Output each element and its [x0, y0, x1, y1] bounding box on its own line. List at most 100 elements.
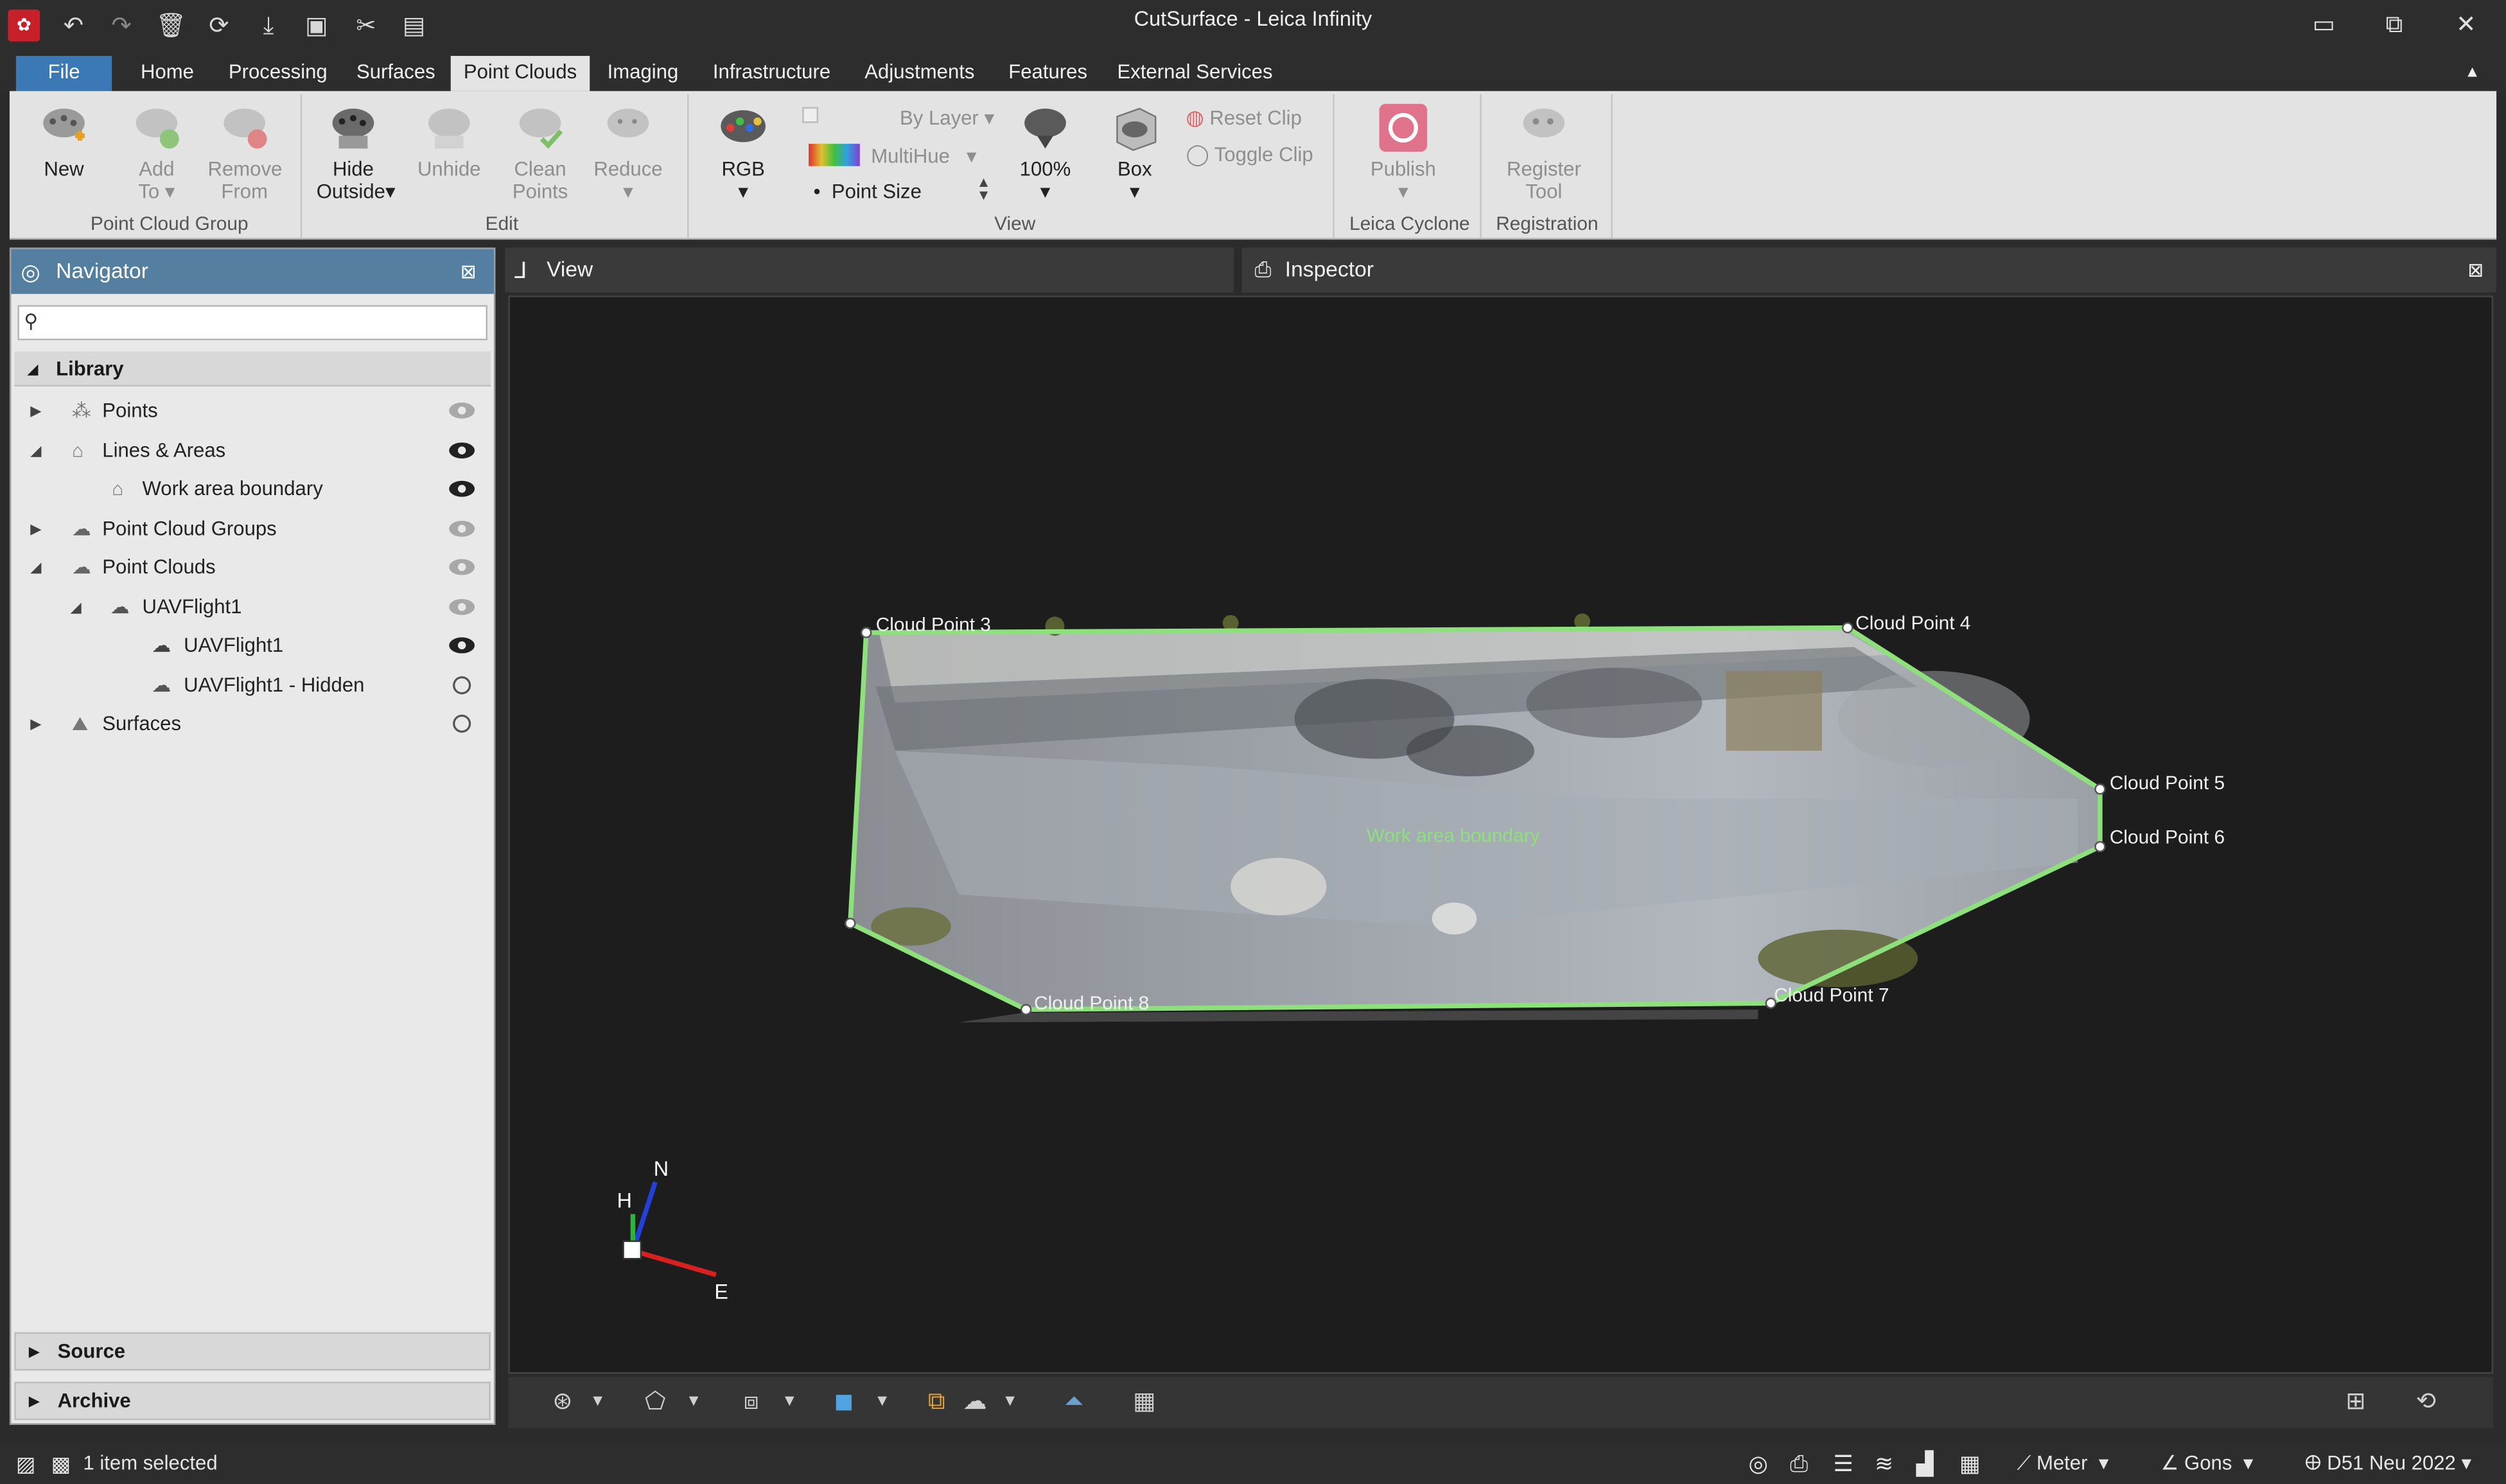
view-tab[interactable]: ⅃ View — [505, 247, 1234, 293]
coordinate-system-dropdown[interactable]: 🜨 D51 Neu 2022 ▾ — [2304, 1444, 2471, 1484]
multihue-label: MultiHue — [871, 145, 950, 168]
minimize-icon[interactable]: ▭ — [2301, 8, 2346, 43]
chevron-down-icon[interactable]: ▼ — [684, 1386, 703, 1419]
inspector-toggle-icon[interactable]: ⎙ — [1790, 1444, 1808, 1484]
cube-view-icon[interactable]: ◼ — [828, 1386, 860, 1419]
expand-icon[interactable]: ▶ — [30, 511, 41, 546]
expand-icon: ▶ — [28, 1343, 40, 1359]
tree-row-surfaces[interactable]: ▶ ⛰ Surfaces — [11, 706, 491, 742]
reduce-button[interactable]: Reduce ▾ — [591, 101, 665, 203]
chevron-down-icon[interactable]: ▼ — [780, 1386, 799, 1419]
collapse-ribbon-icon[interactable]: ▲ — [2455, 56, 2490, 91]
point-size-spinner[interactable]: ▲ ▼ — [976, 175, 990, 202]
tab-infrastructure[interactable]: Infrastructure — [703, 56, 840, 91]
vertex-cloud-point-3 — [861, 627, 872, 638]
close-icon[interactable]: ✕ — [2444, 8, 2489, 43]
tree-row-uavflight1-group[interactable]: ◢ ☁ UAVFlight1 — [11, 589, 491, 625]
orientation-gizmo: N H E — [617, 1157, 728, 1304]
group-label-registration: Registration — [1496, 212, 1599, 235]
view-preset-icon[interactable]: ⧈ — [735, 1386, 767, 1419]
visibility-eye-icon[interactable] — [448, 636, 477, 655]
box-button[interactable]: Box ▾ — [1103, 101, 1167, 203]
tree-row-uavflight1-hidden[interactable]: ☁ UAVFlight1 - Hidden — [11, 668, 491, 703]
tab-file[interactable]: File — [15, 56, 112, 91]
tree-row-uavflight1[interactable]: ☁ UAVFlight1 — [11, 628, 491, 663]
tab-home[interactable]: Home — [131, 56, 204, 91]
collapse-icon[interactable]: ◢ — [30, 433, 41, 468]
by-layer-swatch[interactable] — [802, 107, 819, 123]
close-navigator-icon[interactable]: ⊠ — [460, 249, 477, 294]
visibility-eye-icon[interactable] — [448, 401, 477, 420]
density-button[interactable]: 100% ▾ — [1013, 101, 1078, 203]
add-to-button[interactable]: Add To ▾ — [125, 101, 189, 203]
tab-processing[interactable]: Processing — [219, 56, 337, 91]
by-layer-dropdown[interactable]: By Layer ▾ — [900, 105, 994, 130]
tab-surfaces[interactable]: Surfaces — [347, 56, 445, 91]
box-label: Box — [1117, 158, 1152, 181]
tab-imaging[interactable]: Imaging — [598, 56, 688, 91]
publish-button[interactable]: Publish ▾ — [1365, 101, 1441, 203]
close-inspector-icon[interactable]: ⊠ — [2467, 248, 2484, 293]
terrain-icon[interactable]: ⏶ — [1058, 1386, 1090, 1419]
navigator-search-input[interactable]: ⚲ — [17, 305, 487, 340]
tree-row-point-cloud-groups[interactable]: ▶ ☁ Point Cloud Groups — [11, 511, 491, 546]
tree-label: Lines & Areas — [102, 439, 226, 462]
tree-row-work-area-boundary[interactable]: ⌂ Work area boundary — [11, 471, 491, 507]
visibility-off-icon[interactable] — [448, 714, 477, 733]
units-dropdown[interactable]: ⟋ Meter ▾ — [2017, 1444, 2109, 1484]
layers-icon[interactable]: ⧉ — [920, 1386, 952, 1419]
expand-icon[interactable]: ▶ — [30, 393, 41, 428]
rgb-button[interactable]: RGB ▾ — [710, 101, 777, 203]
collapse-icon[interactable]: ◢ — [30, 550, 41, 585]
visibility-eye-icon[interactable] — [448, 479, 477, 498]
edit-mode-icon[interactable]: ▨ — [16, 1444, 36, 1484]
point-size-control[interactable]: • Point Size — [814, 180, 922, 203]
image-icon[interactable]: ▩ — [51, 1444, 71, 1484]
calendar-icon[interactable]: ▦ — [1959, 1444, 1981, 1484]
chevron-down-icon[interactable]: ▼ — [1001, 1386, 1020, 1419]
visibility-off-icon[interactable] — [448, 676, 477, 695]
visibility-eye-icon[interactable] — [448, 597, 477, 616]
clean-points-button[interactable]: Clean Points — [505, 101, 575, 203]
tab-adjustments[interactable]: Adjustments — [855, 56, 984, 91]
zoom-extent-icon[interactable]: ⊞ — [2340, 1386, 2372, 1419]
list-icon[interactable]: ☰ — [1833, 1444, 1853, 1484]
tree-row-point-clouds[interactable]: ◢ ☁ Point Clouds — [11, 550, 491, 585]
inspector-tab[interactable]: ⎙ Inspector ⊠ — [1241, 247, 2497, 293]
point-cloud-display-icon[interactable]: ☁ — [959, 1386, 991, 1419]
new-button[interactable]: New — [32, 101, 96, 180]
navigator-toggle-icon[interactable]: ◎ — [1748, 1444, 1767, 1484]
chevron-down-icon[interactable]: ▼ — [588, 1386, 608, 1419]
tab-point-clouds[interactable]: Point Clouds — [450, 56, 590, 91]
layers-icon[interactable]: ≋ — [1875, 1444, 1893, 1484]
visibility-eye-icon[interactable] — [448, 519, 477, 538]
multihue-dropdown[interactable]: MultiHue ▾ — [871, 144, 976, 168]
area-icon: ⌂ — [112, 477, 124, 500]
expand-icon[interactable]: ▶ — [30, 706, 41, 742]
3d-viewport[interactable]: Cloud Point 3 Cloud Point 4 Cloud Point … — [508, 295, 2494, 1374]
archive-section-header[interactable]: ▶ Archive — [14, 1381, 491, 1420]
visibility-eye-icon[interactable] — [448, 441, 477, 460]
tree-row-points[interactable]: ▶ ⁂ Points — [11, 393, 491, 428]
chart-icon[interactable]: ▟ — [1916, 1444, 1934, 1484]
tab-features[interactable]: Features — [999, 56, 1097, 91]
grid-icon[interactable]: ▦ — [1128, 1386, 1161, 1419]
rotate-view-icon[interactable]: ⟲ — [2410, 1386, 2442, 1419]
source-section-header[interactable]: ▶ Source — [14, 1332, 491, 1371]
hide-outside-button[interactable]: Hide Outside▾ — [317, 101, 396, 203]
library-header[interactable]: ◢ Library — [14, 351, 491, 387]
restore-icon[interactable]: ⧉ — [2372, 8, 2417, 43]
register-tool-button[interactable]: Register Tool — [1499, 101, 1588, 203]
unhide-button[interactable]: Unhide — [412, 101, 486, 180]
visibility-eye-icon[interactable] — [448, 557, 477, 577]
navigation-mode-icon[interactable]: ⊛ — [547, 1386, 579, 1419]
reset-clip-button[interactable]: ◍ Reset Clip — [1186, 105, 1301, 131]
tab-external-services[interactable]: External Services — [1108, 56, 1283, 91]
remove-from-button[interactable]: Remove From — [208, 101, 282, 203]
chevron-down-icon[interactable]: ▼ — [873, 1386, 892, 1419]
selection-tool-icon[interactable]: ⬠ — [639, 1386, 671, 1419]
collapse-icon[interactable]: ◢ — [70, 589, 81, 625]
tree-row-lines-areas[interactable]: ◢ ⌂ Lines & Areas — [11, 433, 491, 468]
toggle-clip-button[interactable]: ◯ Toggle Clip — [1186, 142, 1313, 168]
angle-units-dropdown[interactable]: ∠ Gons ▾ — [2160, 1444, 2253, 1484]
